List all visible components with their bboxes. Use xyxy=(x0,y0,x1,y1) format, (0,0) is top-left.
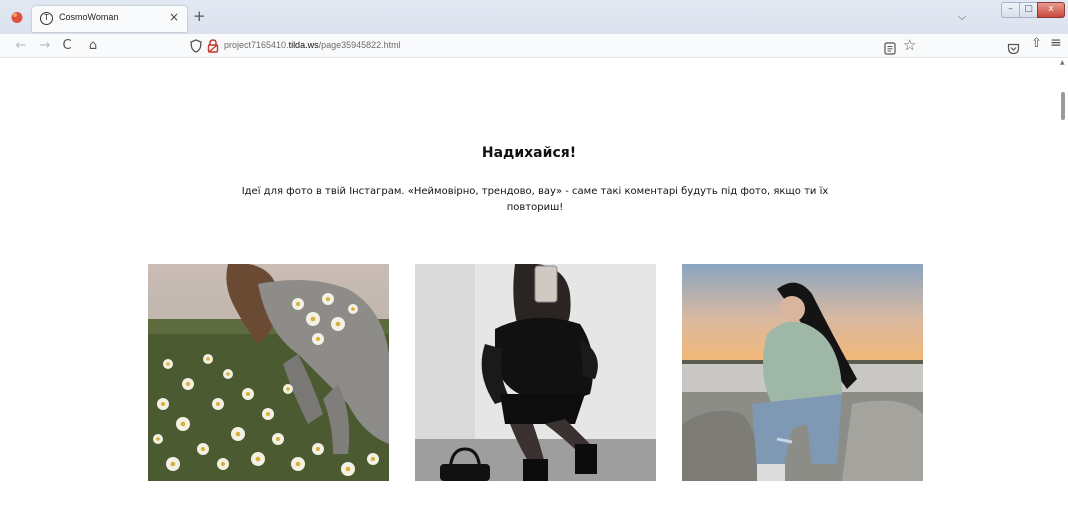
tab-close-icon[interactable]: × xyxy=(169,10,179,24)
scroll-up-arrow-icon[interactable]: ▲ xyxy=(1060,59,1065,66)
photo-woman-in-black-leather xyxy=(415,264,656,481)
scroll-thumb[interactable] xyxy=(1061,92,1065,120)
photo-woman-at-sunset xyxy=(682,264,923,481)
back-arrow-icon[interactable]: ← xyxy=(12,37,30,55)
reader-view-icon[interactable] xyxy=(884,40,896,55)
tracking-protection-shield-icon[interactable] xyxy=(188,38,204,54)
maximize-button[interactable]: □ xyxy=(1019,2,1037,18)
address-bar[interactable]: project7165410.tilda.ws/page35945822.htm… xyxy=(224,40,401,50)
url-prefix: project7165410. xyxy=(224,40,289,50)
home-icon[interactable]: ⌂ xyxy=(84,37,102,55)
window-controls: – □ x xyxy=(1001,2,1065,18)
vertical-scrollbar[interactable]: ▲ xyxy=(1058,59,1068,519)
close-window-button[interactable]: x xyxy=(1037,2,1065,18)
tab-bar: T CosmoWoman × + ⌵ – □ x xyxy=(0,0,1068,34)
tab-list-chevron-icon[interactable]: ⌵ xyxy=(958,10,966,24)
bookmark-star-icon[interactable]: ☆ xyxy=(903,36,916,54)
tilda-logo-icon: T xyxy=(40,12,53,25)
hamburger-menu-icon[interactable]: ≡ xyxy=(1050,35,1062,51)
minimize-button[interactable]: – xyxy=(1001,2,1019,18)
tab-title: CosmoWoman xyxy=(59,12,119,22)
page-heading: Надихайся! xyxy=(481,145,577,161)
new-tab-button[interactable]: + xyxy=(193,9,206,24)
photo-woman-with-daisies xyxy=(148,264,389,481)
firefox-menu-icon[interactable] xyxy=(10,10,24,24)
pocket-icon[interactable] xyxy=(1007,40,1020,55)
reload-icon[interactable]: C xyxy=(58,37,76,55)
share-icon[interactable]: ⇧ xyxy=(1031,36,1042,51)
navigation-toolbar: ← → C ⌂ project7165410.tilda.ws/page3594… xyxy=(0,34,1068,58)
lock-warning-icon[interactable] xyxy=(206,38,220,54)
browser-tab[interactable]: T CosmoWoman × xyxy=(32,6,187,32)
url-domain: tilda.ws xyxy=(288,40,319,50)
page-description: Ідеї для фото в твій Інстаграм. «Неймові… xyxy=(241,186,829,213)
forward-arrow-icon[interactable]: → xyxy=(36,37,54,55)
url-path: /page35945822.html xyxy=(318,40,401,50)
